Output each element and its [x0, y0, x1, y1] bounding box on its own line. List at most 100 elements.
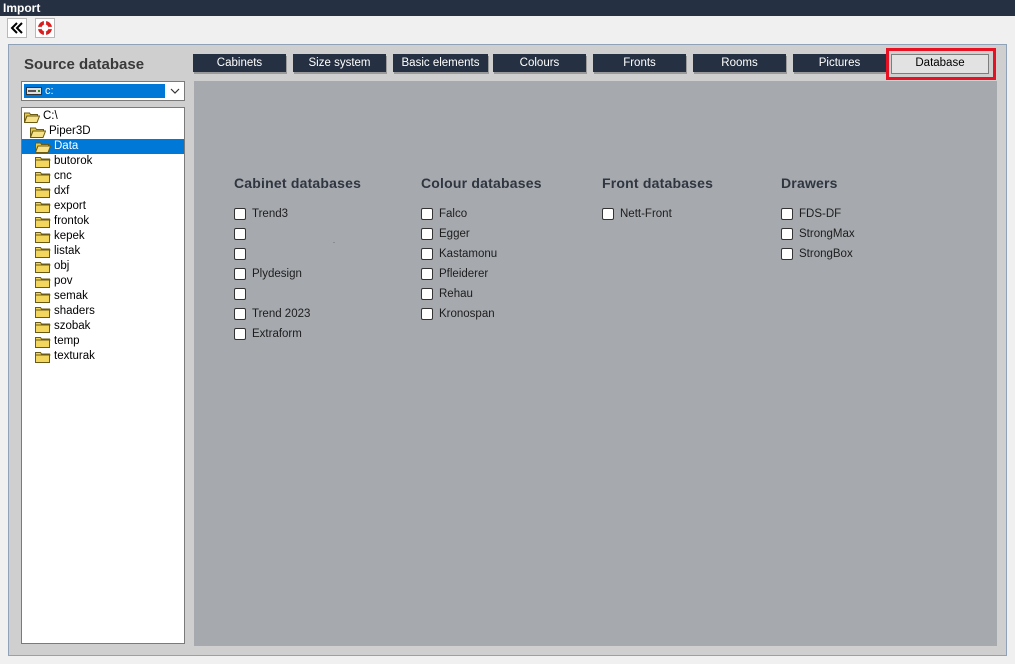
- tab-basic-elements[interactable]: Basic elements: [393, 54, 488, 72]
- tree-item-szobak[interactable]: szobak: [35, 319, 90, 334]
- tree-item-cnc[interactable]: cnc: [35, 169, 72, 184]
- tree-item-label: export: [54, 200, 86, 212]
- help-button[interactable]: [35, 18, 55, 38]
- tree-item-label: Data: [54, 140, 79, 152]
- tree-item-texturak[interactable]: texturak: [35, 349, 95, 364]
- folder-icon: [35, 351, 51, 363]
- checkbox[interactable]: [421, 208, 433, 220]
- window-title: Import: [0, 0, 1015, 16]
- tree-item-label: kepek: [54, 230, 85, 242]
- database-option[interactable]: StrongMax: [781, 227, 855, 241]
- checkbox[interactable]: [421, 228, 433, 240]
- folder-icon: [35, 276, 51, 288]
- folder-tree[interactable]: C:\ Piper3D Data butorok cnc dxf export frontok…: [21, 107, 185, 644]
- tree-item-frontok[interactable]: frontok: [35, 214, 89, 229]
- drive-icon: [26, 87, 42, 95]
- database-option[interactable]: Pfleiderer: [421, 267, 488, 281]
- checkbox-label: Egger: [439, 228, 470, 240]
- folder-icon: [35, 336, 51, 348]
- tab-pictures[interactable]: Pictures: [793, 54, 886, 72]
- checkbox[interactable]: [421, 288, 433, 300]
- drive-label: c:: [45, 85, 54, 97]
- folder-open-icon: [24, 111, 40, 123]
- dot: [333, 242, 335, 243]
- folder-icon: [35, 246, 51, 258]
- tree-item-label: temp: [54, 335, 80, 347]
- tree-item-label: shaders: [54, 305, 95, 317]
- database-panel: Cabinet databases Trend3 Plydesign Trend 20…: [194, 81, 997, 646]
- tree-item-dxf[interactable]: dxf: [35, 184, 69, 199]
- tree-item-pov[interactable]: pov: [35, 274, 73, 289]
- folder-icon: [35, 171, 51, 183]
- group-title: Front databases: [602, 175, 714, 191]
- back-button[interactable]: [7, 18, 27, 38]
- checkbox[interactable]: [602, 208, 614, 220]
- checkbox[interactable]: [234, 248, 246, 260]
- highlight-box: [886, 48, 996, 80]
- tree-item-obj[interactable]: obj: [35, 259, 69, 274]
- drive-select[interactable]: c:: [21, 81, 185, 101]
- checkbox[interactable]: [234, 328, 246, 340]
- lifebuoy-icon: [38, 21, 52, 35]
- checkbox[interactable]: [781, 228, 793, 240]
- database-option[interactable]: Falco: [421, 207, 467, 221]
- tab-size-system[interactable]: Size system: [293, 54, 386, 72]
- folder-icon: [35, 156, 51, 168]
- tree-item-kepek[interactable]: kepek: [35, 229, 85, 244]
- tree-item-temp[interactable]: temp: [35, 334, 80, 349]
- checkbox[interactable]: [234, 308, 246, 320]
- tree-item-label: pov: [54, 275, 73, 287]
- database-option[interactable]: Trend3: [234, 207, 288, 221]
- tree-item-label: listak: [54, 245, 81, 257]
- tree-item-piper3d[interactable]: Piper3D: [30, 124, 91, 139]
- checkbox[interactable]: [421, 268, 433, 280]
- checkbox[interactable]: [234, 268, 246, 280]
- tree-item-listak[interactable]: listak: [35, 244, 80, 259]
- tab-cabinets[interactable]: Cabinets: [193, 54, 286, 72]
- folder-open-icon: [30, 126, 46, 138]
- tree-item-data[interactable]: Data: [22, 139, 184, 154]
- database-option[interactable]: FDS-DF: [781, 207, 841, 221]
- database-option[interactable]: Nett-Front: [602, 207, 672, 221]
- database-option[interactable]: Kronospan: [421, 307, 495, 321]
- double-chevron-left-icon: [10, 22, 23, 34]
- checkbox[interactable]: [234, 208, 246, 220]
- database-option[interactable]: Trend 2023: [234, 307, 310, 321]
- database-option[interactable]: [234, 227, 252, 241]
- database-option[interactable]: Egger: [421, 227, 470, 241]
- checkbox-label: Extraform: [252, 328, 302, 340]
- checkbox[interactable]: [421, 308, 433, 320]
- tree-item-shaders[interactable]: shaders: [35, 304, 95, 319]
- folder-icon: [35, 201, 51, 213]
- database-option[interactable]: Extraform: [234, 327, 302, 341]
- checkbox[interactable]: [781, 208, 793, 220]
- checkbox[interactable]: [234, 228, 246, 240]
- folder-icon: [35, 306, 51, 318]
- tab-colours[interactable]: Colours: [493, 54, 586, 72]
- tree-item-c[interactable]: C:\: [24, 109, 58, 124]
- toolbar: [0, 16, 1015, 42]
- tree-item-export[interactable]: export: [35, 199, 86, 214]
- folder-icon: [35, 216, 51, 228]
- tree-item-label: frontok: [54, 215, 90, 227]
- database-option[interactable]: [234, 287, 252, 301]
- group-title: Cabinet databases: [234, 175, 362, 191]
- checkbox[interactable]: [234, 288, 246, 300]
- tab-rooms[interactable]: Rooms: [693, 54, 786, 72]
- database-option[interactable]: [234, 247, 252, 261]
- tree-item-butorok[interactable]: butorok: [35, 154, 92, 169]
- checkbox-label: Kronospan: [439, 308, 495, 320]
- database-option[interactable]: Plydesign: [234, 267, 302, 281]
- drive-selected: c:: [24, 84, 165, 98]
- source-title: Source database: [24, 56, 145, 73]
- tree-item-label: C:\: [43, 110, 58, 122]
- group-title: Drawers: [781, 175, 838, 191]
- chevron-down-icon[interactable]: [166, 82, 184, 100]
- database-option[interactable]: Rehau: [421, 287, 473, 301]
- tab-fronts[interactable]: Fronts: [593, 54, 686, 72]
- tree-item-semak[interactable]: semak: [35, 289, 88, 304]
- database-option[interactable]: StrongBox: [781, 247, 853, 261]
- checkbox[interactable]: [781, 248, 793, 260]
- checkbox[interactable]: [421, 248, 433, 260]
- database-option[interactable]: Kastamonu: [421, 247, 497, 261]
